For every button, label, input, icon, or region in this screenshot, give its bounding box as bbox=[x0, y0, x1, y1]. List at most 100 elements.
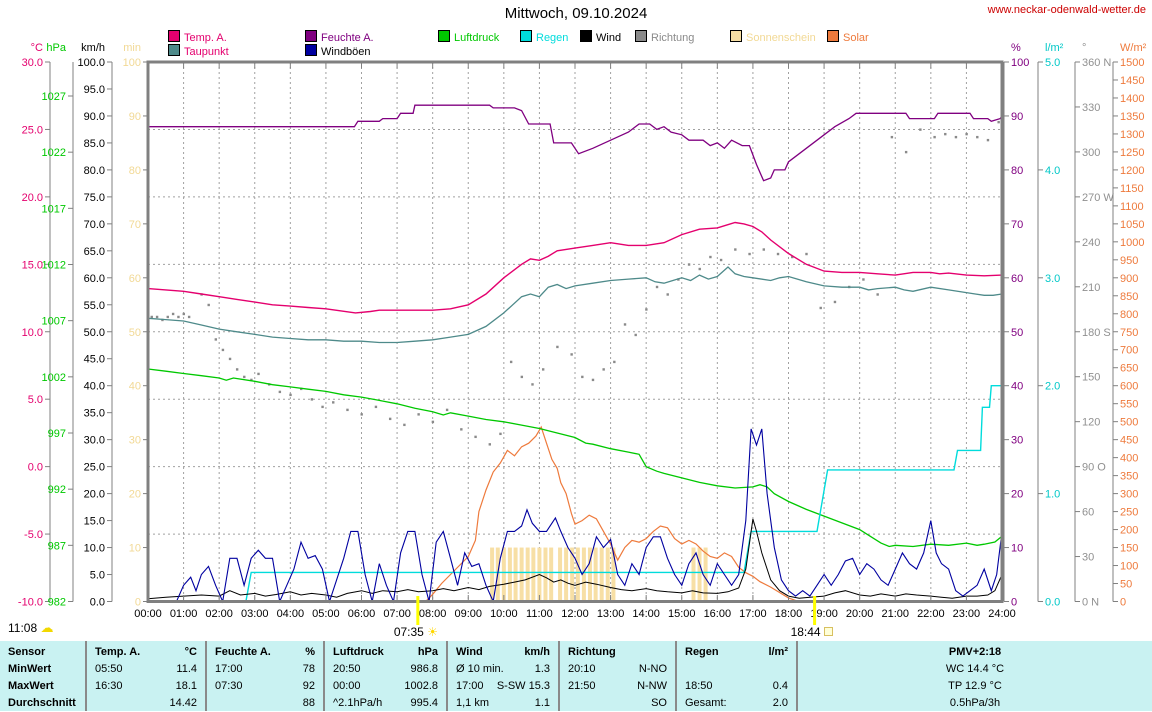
x-tick-label: 01:00 bbox=[170, 608, 198, 620]
axis-label: 50 bbox=[129, 327, 141, 339]
table-row: 16:30 18.1 bbox=[87, 678, 205, 695]
table-header-row: Feuchte A.% bbox=[207, 644, 323, 661]
direction-dot bbox=[541, 368, 545, 371]
sunset-value: 18:44 bbox=[790, 625, 821, 639]
table-cell: % bbox=[305, 646, 315, 658]
axis-label: 50 bbox=[1120, 579, 1132, 591]
table-row-label: Sensor bbox=[8, 646, 46, 658]
direction-dot bbox=[570, 353, 573, 356]
table-cell: 78 bbox=[302, 663, 315, 675]
axis-label: 1022 bbox=[42, 147, 66, 159]
table-row: 14.42 bbox=[87, 695, 205, 712]
table-cell: hPa bbox=[417, 646, 438, 658]
sunshine-bar bbox=[490, 547, 495, 602]
table-cell: 18:50 bbox=[685, 680, 713, 692]
direction-dot bbox=[509, 360, 513, 364]
axis-label: 60 bbox=[1011, 273, 1023, 285]
sunshine-bar bbox=[543, 547, 548, 602]
axis-label: 450 bbox=[1120, 435, 1138, 447]
weather-dashboard: { "header": { "title": "Mittwoch, 09.10.… bbox=[0, 0, 1152, 711]
axis-label: 15.0 bbox=[84, 516, 105, 528]
table-row-label: MaxWert bbox=[8, 680, 54, 692]
table-row: 88 bbox=[207, 695, 323, 712]
x-tick-label: 17:00 bbox=[739, 608, 767, 620]
axis-label: 45.0 bbox=[84, 354, 105, 366]
table-header-row: PMV+2:18 bbox=[798, 644, 1152, 661]
x-tick-label: 16:00 bbox=[704, 608, 732, 620]
axis-label: 25.0 bbox=[84, 462, 105, 474]
axis-label: 550 bbox=[1120, 399, 1138, 411]
table-cell: N-NO bbox=[638, 663, 667, 675]
axis-label: 120 bbox=[1082, 417, 1100, 429]
direction-dot bbox=[862, 278, 865, 281]
direction-dot bbox=[235, 368, 239, 371]
direction-dot bbox=[243, 375, 246, 379]
table-row: 0.5hPa/3h bbox=[798, 695, 1152, 712]
table-header-row: Wind km/h bbox=[448, 644, 558, 661]
sunshine-bar bbox=[605, 547, 610, 602]
sunset-icon bbox=[823, 627, 833, 636]
table-cell: 11.4 bbox=[176, 663, 197, 675]
axis-label: 1050 bbox=[1120, 219, 1144, 231]
table-cell: Temp. A. bbox=[95, 646, 141, 658]
direction-dot bbox=[687, 263, 691, 266]
table-group-luftdruck: Luftdruck hPa 20:50 986.8 00:00 1002.8 ^2.1hPa… bbox=[325, 641, 448, 711]
x-tick-label: 09:00 bbox=[454, 608, 482, 620]
direction-dot bbox=[933, 135, 936, 139]
axis-unit: W/m² bbox=[1120, 42, 1147, 54]
axis-label: 50.0 bbox=[84, 327, 105, 339]
table-row: 07:30 92 bbox=[207, 678, 323, 695]
table-header-row: Richtung bbox=[560, 644, 675, 661]
summary-table: Sensor MinWert MaxWert Durchschnitt Temp. A.… bbox=[0, 641, 1152, 711]
axis-unit: °C bbox=[31, 42, 43, 54]
direction-dot bbox=[257, 372, 260, 376]
axis-label: 750 bbox=[1120, 327, 1138, 339]
direction-dot bbox=[488, 443, 491, 446]
direction-dot bbox=[310, 398, 314, 401]
sunshine-bar bbox=[525, 547, 530, 602]
table-cell: 18.1 bbox=[175, 680, 197, 692]
direction-dot bbox=[321, 405, 324, 409]
axis-label: 100 bbox=[1120, 561, 1138, 573]
sunshine-bar bbox=[593, 547, 598, 602]
axis-label: 30 bbox=[129, 435, 141, 447]
axis-label: 600 bbox=[1120, 381, 1138, 393]
axis-unit: l/m² bbox=[1045, 42, 1064, 54]
direction-dot bbox=[805, 252, 808, 256]
axis-unit: min bbox=[123, 42, 141, 54]
axis-label: 0 bbox=[1011, 597, 1017, 609]
axis-label: 30 bbox=[1082, 552, 1094, 564]
axis-label: 987 bbox=[48, 540, 66, 552]
direction-dot bbox=[602, 368, 605, 371]
x-tick-label: 10:00 bbox=[490, 608, 518, 620]
axis-label: 1100 bbox=[1120, 201, 1144, 213]
axis-label: 1007 bbox=[42, 316, 66, 328]
table-cell: Feuchte A. bbox=[215, 646, 271, 658]
table-cell: 0.4 bbox=[772, 680, 788, 692]
table-row: 20:50 986.8 bbox=[325, 661, 446, 678]
direction-dot bbox=[431, 420, 435, 424]
direction-dot bbox=[833, 300, 837, 304]
axis-label: 90 O bbox=[1082, 462, 1106, 474]
table-row-label: Durchschnitt bbox=[8, 697, 76, 709]
direction-dot bbox=[919, 128, 922, 131]
axis-label: 1.0 bbox=[1045, 489, 1060, 501]
direction-dot bbox=[876, 293, 879, 296]
table-row: 1,1 km 1.1 bbox=[448, 695, 558, 712]
axis-label: 300 bbox=[1120, 489, 1138, 501]
table-cell: Richtung bbox=[568, 646, 616, 658]
axis-label: 10 bbox=[129, 543, 141, 555]
x-tick-label: 04:00 bbox=[277, 608, 305, 620]
x-tick-label: 13:00 bbox=[597, 608, 625, 620]
direction-dot bbox=[556, 345, 559, 349]
table-cell: 0.5hPa/3h bbox=[949, 697, 1001, 709]
axis-label: 270 W bbox=[1082, 192, 1114, 204]
table-cell: 1.1 bbox=[534, 697, 550, 709]
axis-label: 25.0 bbox=[22, 124, 43, 136]
table-cell: 21:50 bbox=[568, 680, 596, 692]
direction-dot bbox=[645, 308, 648, 311]
direction-dot bbox=[214, 338, 218, 341]
axis-label: 60.0 bbox=[84, 273, 105, 285]
direction-dot bbox=[460, 428, 463, 431]
direction-dot bbox=[520, 375, 524, 379]
